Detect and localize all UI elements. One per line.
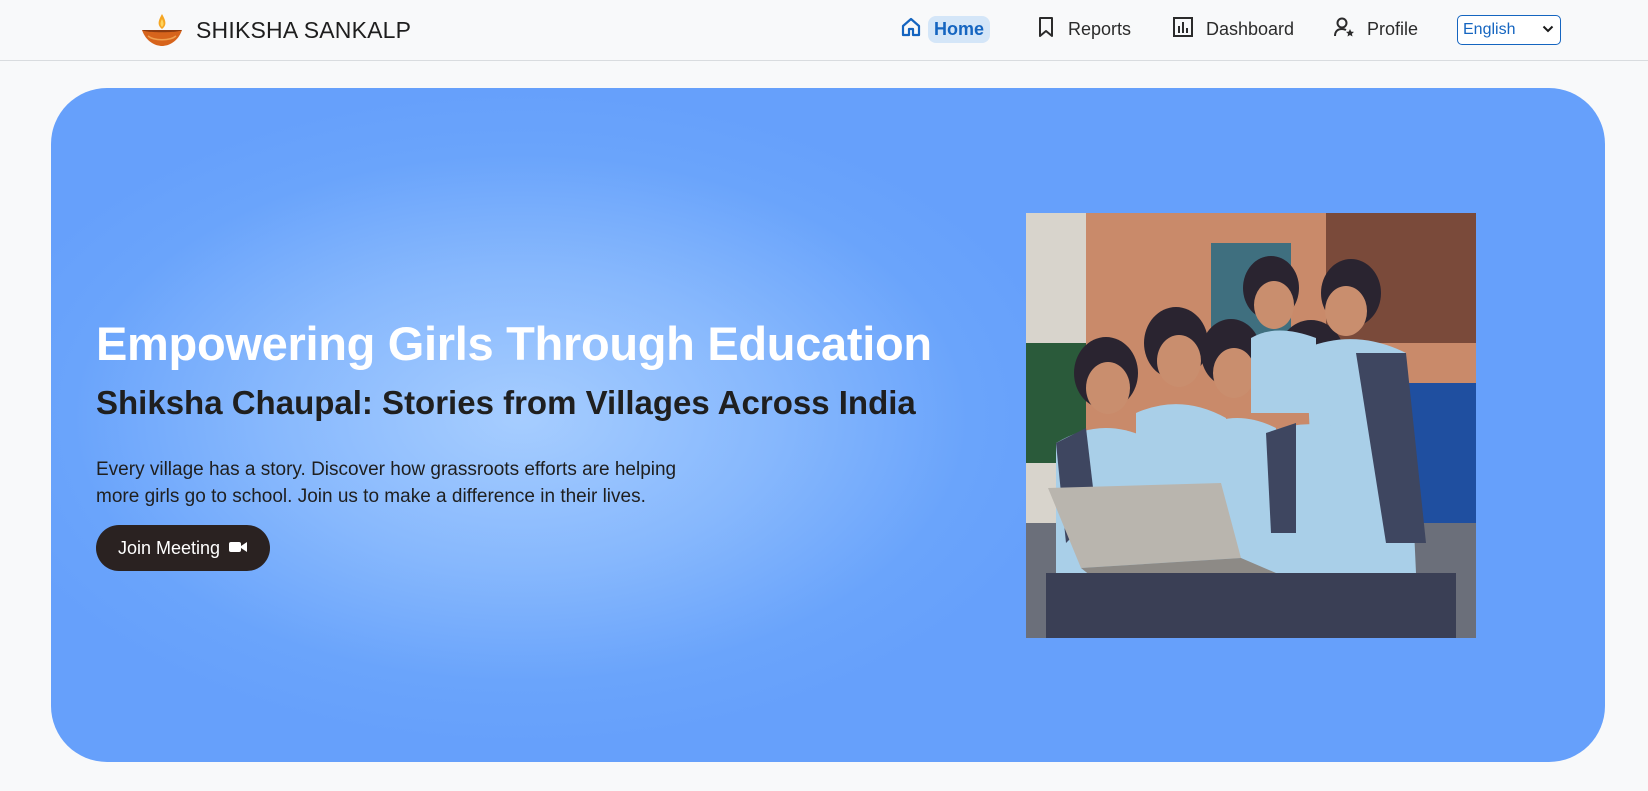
hero-subtitle: Shiksha Chaupal: Stories from Villages A… <box>96 384 916 421</box>
hero-description-line-1: Every village has a story. Discover how … <box>96 459 677 480</box>
schoolgirls-with-laptop-photo <box>1026 213 1476 638</box>
home-icon <box>900 16 922 43</box>
nav-dashboard-label: Dashboard <box>1206 18 1295 39</box>
join-meeting-label: Join Meeting <box>117 537 221 558</box>
nav-profile[interactable]: Profile <box>1333 14 1424 44</box>
user-star-icon <box>1333 16 1355 43</box>
nav-home[interactable]: Home <box>900 14 991 44</box>
top-navbar: SHIKSHA SANKALP Home Reports Dashboard P… <box>0 0 1648 61</box>
nav-reports-label: Reports <box>1068 18 1132 39</box>
bookmark-icon <box>1036 16 1056 43</box>
bar-chart-icon <box>1172 16 1194 43</box>
video-camera-icon <box>228 538 248 559</box>
nav-dashboard[interactable]: Dashboard <box>1172 14 1300 44</box>
hero-description-line-2: more girls go to school. Join us to make… <box>96 486 646 507</box>
hero-section: Empowering Girls Through Education Shiks… <box>51 88 1605 762</box>
brand-name: SHIKSHA SANKALP <box>196 16 412 43</box>
language-select[interactable]: English <box>1457 15 1561 45</box>
hero-title: Empowering Girls Through Education <box>96 317 932 370</box>
hero-description: Every village has a story. Discover how … <box>96 456 756 510</box>
nav-home-label: Home <box>928 15 991 43</box>
join-meeting-button[interactable]: Join Meeting <box>96 525 270 571</box>
brand[interactable]: SHIKSHA SANKALP <box>140 12 411 48</box>
diya-lamp-icon <box>140 12 184 48</box>
nav-profile-label: Profile <box>1367 18 1419 39</box>
chevron-down-icon <box>1542 21 1554 39</box>
language-select-value: English <box>1463 21 1516 38</box>
nav-reports[interactable]: Reports <box>1036 14 1137 44</box>
